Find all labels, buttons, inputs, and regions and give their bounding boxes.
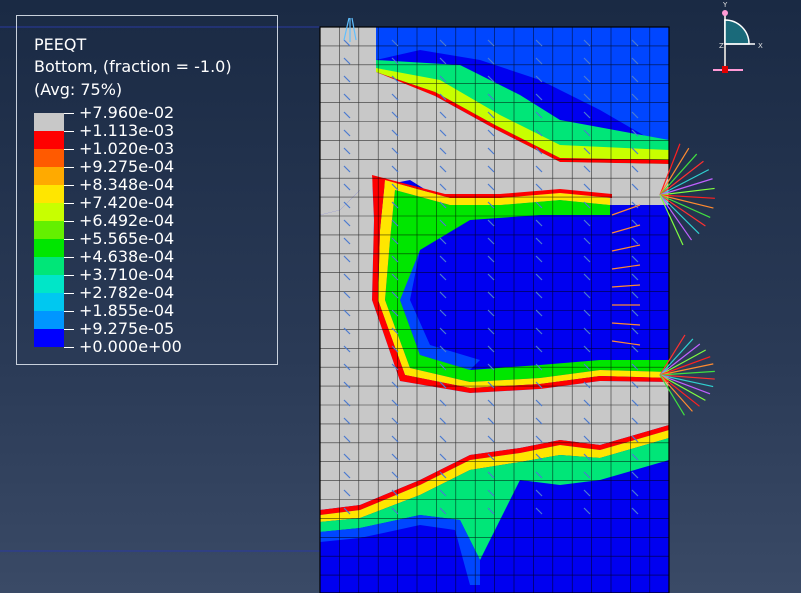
- triad-quadrant: [724, 19, 750, 45]
- legend-tick: [64, 203, 74, 204]
- legend-swatch: [34, 131, 64, 149]
- legend-tick: [64, 167, 74, 168]
- legend-swatch: [34, 149, 64, 167]
- legend-value: +4.638e-04: [79, 247, 175, 266]
- legend-tick: [64, 113, 74, 114]
- legend-value: +1.020e-03: [79, 139, 175, 158]
- triad-x-label: X: [758, 42, 763, 50]
- legend-value: +9.275e-04: [79, 157, 175, 176]
- legend-tick: [64, 257, 74, 258]
- legend-swatch: [34, 275, 64, 293]
- legend-swatch: [34, 257, 64, 275]
- triad-y-tip: [722, 10, 728, 16]
- legend-subtitle: Bottom, (fraction = -1.0): [34, 57, 232, 76]
- mesh-contour-plot[interactable]: [319, 17, 715, 593]
- legend-tick: [64, 239, 74, 240]
- legend-value: +5.565e-04: [79, 229, 175, 248]
- legend-tick: [64, 149, 74, 150]
- legend-tick: [64, 329, 74, 330]
- axis-triad: Y X Z: [713, 1, 763, 73]
- legend-swatch-min: [34, 329, 64, 347]
- legend-value: +1.113e-03: [79, 121, 175, 140]
- legend-value: +2.782e-04: [79, 283, 175, 302]
- legend-tick: [64, 347, 74, 348]
- legend-tick: [64, 293, 74, 294]
- legend-swatch: [34, 185, 64, 203]
- legend-swatch: [34, 293, 64, 311]
- legend-tick: [64, 311, 74, 312]
- legend-tick: [64, 185, 74, 186]
- contour-legend[interactable]: PEEQT Bottom, (fraction = -1.0) (Avg: 75…: [16, 15, 278, 365]
- legend-swatch: [34, 239, 64, 257]
- legend-value: +1.855e-04: [79, 301, 175, 320]
- legend-swatch: [34, 311, 64, 329]
- legend-title: PEEQT: [34, 35, 87, 54]
- triad-origin: [722, 66, 728, 73]
- legend-swatch: [34, 221, 64, 239]
- triad-z-label: Z: [719, 42, 724, 50]
- legend-swatch: [34, 167, 64, 185]
- legend-value: +0.000e+00: [79, 337, 182, 356]
- legend-value: +7.420e-04: [79, 193, 175, 212]
- legend-tick: [64, 275, 74, 276]
- legend-tick: [64, 131, 74, 132]
- triad-y-label: Y: [722, 1, 728, 9]
- legend-swatch: [34, 203, 64, 221]
- legend-averaging: (Avg: 75%): [34, 80, 123, 99]
- legend-value: +6.492e-04: [79, 211, 175, 230]
- legend-swatch: [34, 113, 64, 131]
- legend-value: +9.275e-05: [79, 319, 175, 338]
- legend-value: +8.348e-04: [79, 175, 175, 194]
- legend-value: +3.710e-04: [79, 265, 175, 284]
- legend-value: +7.960e-02: [79, 103, 175, 122]
- legend-tick: [64, 221, 74, 222]
